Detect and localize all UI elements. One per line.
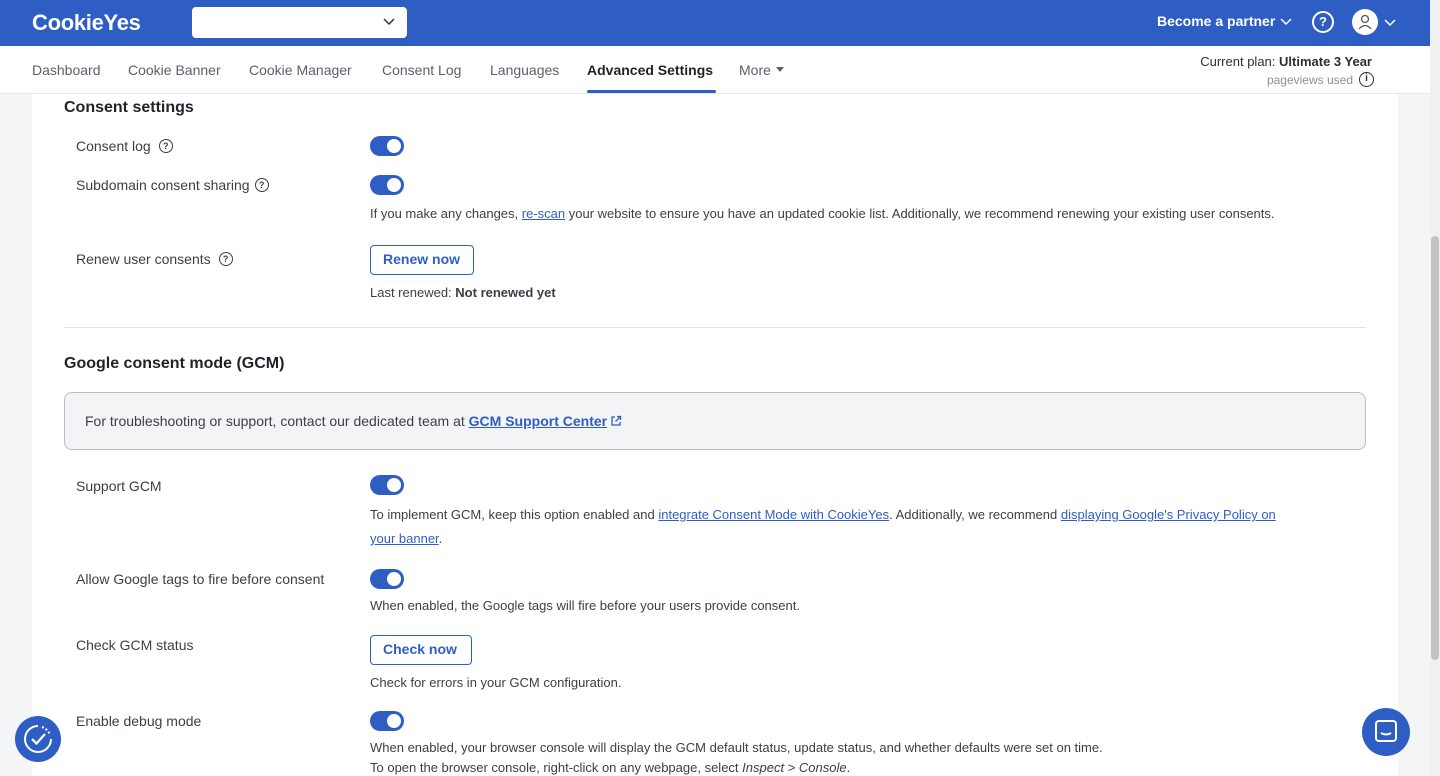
gcm-support-link-label: GCM Support Center [468,413,608,429]
renew-consents-row: Renew user consents ? [76,251,233,267]
allow-tags-description: When enabled, the Google tags will fire … [370,598,800,613]
section-divider [64,327,1366,328]
desc-text: . Additionally, we recommend [889,507,1061,522]
cookie-consent-check-icon [24,725,52,753]
tab-consent-log[interactable]: Consent Log [382,62,461,78]
chevron-down-icon [383,18,395,26]
chat-support-widget[interactable] [1362,708,1410,756]
tab-languages[interactable]: Languages [490,62,559,78]
become-partner-menu[interactable]: Become a partner [1157,13,1292,29]
last-renewed-value: Not renewed yet [455,285,556,300]
desc-text: To open the browser console, right-click… [370,760,743,775]
tab-cookie-manager[interactable]: Cookie Manager [249,62,352,78]
plan-prefix: Current plan: [1200,54,1276,69]
debug-mode-description: When enabled, your browser console will … [370,736,1103,776]
renew-now-button[interactable]: Renew now [370,245,474,275]
consent-log-row: Consent log ? [76,138,173,154]
user-avatar[interactable] [1352,9,1378,35]
current-plan: Current plan: Ultimate 3 Year [1200,54,1372,69]
google-privacy-policy-link-cont[interactable]: your banner [370,531,439,546]
chevron-down-icon[interactable] [1384,16,1396,28]
caret-down-icon [775,67,784,72]
cookie-consent-widget[interactable] [15,716,61,762]
become-partner-label: Become a partner [1157,13,1276,29]
check-gcm-status-label: Check GCM status [76,637,194,653]
gcm-banner-text: For troubleshooting or support, contact … [85,413,469,429]
active-tab-indicator [587,90,716,93]
integrate-consent-mode-link[interactable]: integrate Consent Mode with CookieYes [658,507,889,522]
check-gcm-description: Check for errors in your GCM configurati… [370,675,622,690]
rescan-link[interactable]: re-scan [522,206,565,221]
chat-bubble-icon [1375,720,1397,742]
pageviews-label: pageviews used [1266,72,1353,87]
subdomain-consent-row: Subdomain consent sharing ? [76,177,269,193]
desc-text: To implement GCM, keep this option enabl… [370,507,659,522]
google-privacy-policy-link[interactable]: displaying Google's Privacy Policy on [1061,507,1276,522]
tab-cookie-banner[interactable]: Cookie Banner [128,62,221,78]
user-icon [1358,14,1372,30]
help-circle-icon[interactable]: ? [158,139,173,153]
renew-consents-label: Renew user consents [76,251,211,267]
check-now-button[interactable]: Check now [370,635,472,665]
support-gcm-toggle[interactable] [370,475,404,495]
top-header: CookieYes Become a partner ? [0,0,1430,46]
help-circle-icon[interactable]: ? [254,178,269,192]
site-selector[interactable] [192,7,407,38]
gcm-support-banner: For troubleshooting or support, contact … [64,392,1366,450]
allow-tags-toggle[interactable] [370,569,404,589]
consent-settings-title: Consent settings [64,99,194,116]
desc-text: . [438,531,443,546]
tab-advanced-settings[interactable]: Advanced Settings [587,62,713,78]
main-nav: Dashboard Cookie Banner Cookie Manager C… [0,46,1430,94]
consent-log-toggle[interactable] [370,136,404,156]
subdomain-consent-label: Subdomain consent sharing [76,177,250,193]
consent-log-label: Consent log [76,138,151,154]
subdomain-consent-toggle[interactable] [370,175,404,195]
tab-more[interactable]: More [739,62,784,78]
settings-card: Consent settings Consent log ? Subdomain… [32,94,1398,776]
support-gcm-description: To implement GCM, keep this option enabl… [370,503,1350,551]
plan-name: Ultimate 3 Year [1279,54,1372,69]
debug-mode-toggle[interactable] [370,711,404,731]
tab-dashboard[interactable]: Dashboard [32,62,101,78]
page-scrollbar-thumb[interactable] [1431,236,1439,660]
support-gcm-label: Support GCM [76,478,162,494]
help-circle-icon[interactable]: ? [218,252,233,266]
debug-mode-label: Enable debug mode [76,713,202,729]
desc-text: . [846,760,851,775]
info-icon[interactable]: i [1359,72,1374,87]
pageviews-usage: pageviews used i [1267,72,1374,87]
subdomain-consent-description: If you make any changes, re-scan your we… [370,202,1275,226]
allow-tags-label: Allow Google tags to fire before consent [76,571,325,587]
desc-text: If you make any changes, [370,206,522,221]
cookieyes-logo[interactable]: CookieYes [32,10,141,36]
tab-more-label: More [739,62,771,78]
inspect-console-text: Inspect > Console [742,760,847,775]
gcm-support-center-link[interactable]: GCM Support Center [469,413,622,429]
help-icon[interactable]: ? [1312,11,1334,33]
gcm-title: Google consent mode (GCM) [64,355,285,372]
last-renewed-label: Last renewed: [370,285,452,300]
last-renewed-info: Last renewed: Not renewed yet [370,281,556,305]
external-link-icon [611,415,622,426]
chevron-down-icon [1280,18,1292,26]
desc-text: your website to ensure you have an updat… [565,206,1275,221]
